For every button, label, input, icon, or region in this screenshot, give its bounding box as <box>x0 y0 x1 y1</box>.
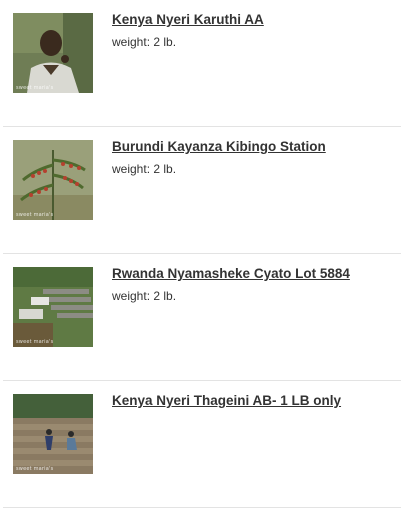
product-thumbnail-kenya-thageini[interactable]: sweet maria's <box>13 394 93 474</box>
thumbnail-watermark: sweet maria's <box>16 212 54 218</box>
drying-beds-photo-icon <box>13 267 93 347</box>
weight-value: 2 lb. <box>153 162 177 176</box>
product-item: sweet maria's Rwanda Nyamasheke Cyato Lo… <box>0 254 401 381</box>
product-title-link[interactable]: Rwanda Nyamasheke Cyato Lot 5884 <box>112 266 350 281</box>
product-thumbnail-burundi-kibingo[interactable]: sweet maria's <box>13 140 93 220</box>
weight-label: weight: <box>112 289 151 303</box>
thumbnail-watermark: sweet maria's <box>16 339 54 345</box>
product-thumbnail-kenya-karuthi[interactable]: sweet maria's <box>13 13 93 93</box>
weight-label: weight: <box>112 162 151 176</box>
product-item: sweet maria's Kenya Nyeri Karuthi AA wei… <box>0 0 401 127</box>
product-weight: weight: 2 lb. <box>112 289 176 303</box>
product-weight: weight: 2 lb. <box>112 162 176 176</box>
product-weight: weight: 2 lb. <box>112 35 176 49</box>
farmer-photo-icon <box>13 13 93 93</box>
weight-label: weight: <box>112 35 151 49</box>
weight-value: 2 lb. <box>153 289 177 303</box>
product-title-link[interactable]: Burundi Kayanza Kibingo Station <box>112 139 326 154</box>
workers-drying-photo-icon <box>13 394 93 474</box>
product-thumbnail-rwanda-cyato[interactable]: sweet maria's <box>13 267 93 347</box>
product-item: sweet maria's Burundi Kayanza Kibingo St… <box>0 127 401 254</box>
product-item: sweet maria's Kenya Nyeri Thageini AB- 1… <box>0 381 401 508</box>
product-title-link[interactable]: Kenya Nyeri Karuthi AA <box>112 12 264 27</box>
thumbnail-watermark: sweet maria's <box>16 466 54 472</box>
weight-value: 2 lb. <box>153 35 177 49</box>
product-title-link[interactable]: Kenya Nyeri Thageini AB- 1 LB only <box>112 393 341 408</box>
coffee-cherries-photo-icon <box>13 140 93 220</box>
thumbnail-watermark: sweet maria's <box>16 85 54 91</box>
